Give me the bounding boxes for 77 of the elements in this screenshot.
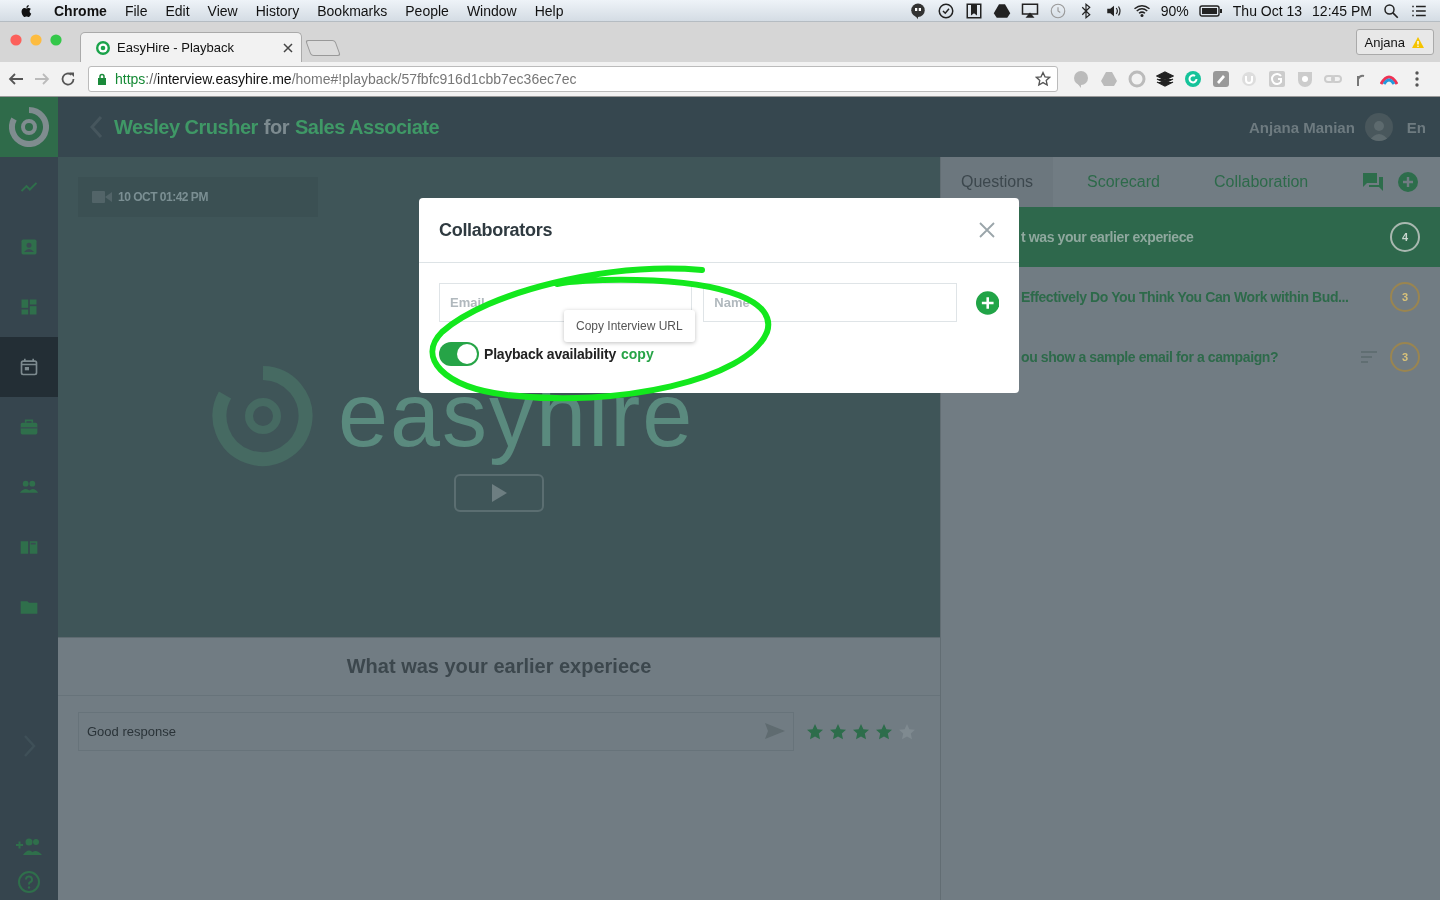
star-icon[interactable] bbox=[852, 722, 870, 741]
airplay-icon[interactable] bbox=[1020, 1, 1039, 20]
check-bubble-icon[interactable] bbox=[936, 1, 955, 20]
score-badge: 3 bbox=[1390, 282, 1420, 312]
address-bar[interactable]: https://interview.easyhire.me/home#!playback/57fbfc916d1cbb7ec36ec7ec bbox=[88, 66, 1058, 92]
profile-name: Anjana bbox=[1364, 34, 1405, 50]
score-badge: 3 bbox=[1390, 342, 1420, 372]
battery-icon[interactable] bbox=[1198, 3, 1223, 18]
dashboard-icon bbox=[19, 297, 39, 317]
browser-tab[interactable]: EasyHire - Playback bbox=[80, 32, 302, 62]
reload-icon[interactable] bbox=[60, 71, 76, 87]
search-icon[interactable] bbox=[1382, 1, 1400, 20]
question-text: t was your earlier experiece bbox=[1021, 229, 1194, 245]
contact-icon bbox=[19, 237, 39, 257]
menu-item[interactable]: Bookmarks bbox=[317, 2, 388, 19]
play-button-icon[interactable] bbox=[454, 474, 544, 512]
help-icon[interactable] bbox=[17, 870, 41, 894]
logo-tile[interactable] bbox=[0, 97, 58, 157]
menu-item[interactable]: People bbox=[405, 2, 449, 19]
star-icon[interactable] bbox=[1035, 71, 1051, 87]
app-menu[interactable]: Chrome bbox=[54, 2, 107, 19]
minimize-window-icon[interactable] bbox=[30, 34, 42, 46]
menu-item[interactable]: Edit bbox=[165, 2, 190, 19]
square-g-icon[interactable] bbox=[1268, 70, 1286, 88]
lock-icon bbox=[97, 73, 107, 85]
star-icon[interactable] bbox=[806, 722, 824, 741]
star-icon[interactable] bbox=[829, 722, 847, 741]
back-arrow-icon[interactable] bbox=[8, 71, 24, 87]
sidebar-item[interactable] bbox=[0, 337, 58, 397]
star-icon[interactable] bbox=[875, 722, 893, 741]
u-circle-icon[interactable] bbox=[1240, 70, 1258, 88]
tab-title: EasyHire - Playback bbox=[117, 40, 236, 55]
toggle-switch[interactable] bbox=[439, 342, 479, 366]
menu-item[interactable]: Window bbox=[466, 2, 517, 19]
ring-logo-icon bbox=[95, 39, 111, 56]
close-icon[interactable] bbox=[283, 42, 293, 53]
ring-icon[interactable] bbox=[1128, 70, 1146, 88]
user-avatar[interactable] bbox=[1364, 113, 1393, 141]
chat-bubble-icon[interactable] bbox=[908, 1, 927, 20]
history-clock-icon[interactable] bbox=[1048, 1, 1067, 20]
menubar-date[interactable]: Thu Oct 13 bbox=[1232, 2, 1303, 19]
briefcase-icon bbox=[19, 417, 39, 437]
add-circle-icon[interactable] bbox=[1398, 172, 1418, 192]
dialog-title: Collaborators bbox=[439, 219, 553, 241]
add-people-icon[interactable] bbox=[15, 836, 43, 856]
close-window-icon[interactable] bbox=[10, 34, 22, 46]
shield-icon[interactable] bbox=[1296, 70, 1314, 88]
name-field[interactable]: Name bbox=[703, 283, 957, 322]
zoom-window-icon[interactable] bbox=[50, 34, 62, 46]
profile-button[interactable]: Anjana bbox=[1355, 29, 1434, 55]
url-text: https://interview.easyhire.me/home#!playback/57fbfc916d1cbb7ec36ec7ec bbox=[115, 71, 577, 87]
calendar-icon bbox=[19, 357, 39, 377]
menubar-time[interactable]: 12:45 PM bbox=[1312, 2, 1372, 19]
title-connector: for bbox=[263, 115, 289, 139]
menu-item[interactable]: File bbox=[124, 2, 148, 19]
add-circle-icon[interactable] bbox=[975, 290, 999, 315]
battery-percent: 90% bbox=[1160, 2, 1189, 19]
question-text: ou show a sample email for a campaign? bbox=[1021, 349, 1279, 365]
score-badge: 4 bbox=[1390, 222, 1420, 252]
bookmark-icon[interactable] bbox=[964, 1, 983, 20]
apple-icon[interactable] bbox=[20, 2, 34, 19]
menu-item[interactable]: Help bbox=[534, 2, 564, 19]
square-note-icon[interactable] bbox=[1212, 70, 1230, 88]
warning-icon bbox=[1411, 35, 1425, 49]
tooltip: Copy Interview URL bbox=[564, 310, 695, 342]
toggle-label: Playback availability bbox=[484, 346, 616, 362]
timestamp: 10 OCT 01:42 PM bbox=[118, 190, 208, 204]
new-tab-button[interactable] bbox=[305, 40, 341, 56]
forward-arrow-icon[interactable] bbox=[34, 71, 50, 87]
chat-bubbles-icon[interactable] bbox=[1362, 172, 1384, 192]
menu-item[interactable]: View bbox=[207, 2, 238, 19]
question-text: Effectively Do You Think You Can Work within Bud... bbox=[1021, 289, 1349, 305]
menu-item[interactable]: History bbox=[255, 2, 300, 19]
quote-bubble-icon[interactable] bbox=[1072, 70, 1090, 88]
layers-icon[interactable] bbox=[1156, 70, 1174, 88]
ring-logo-icon bbox=[9, 107, 49, 147]
refresh-badge-icon[interactable] bbox=[1184, 70, 1202, 88]
